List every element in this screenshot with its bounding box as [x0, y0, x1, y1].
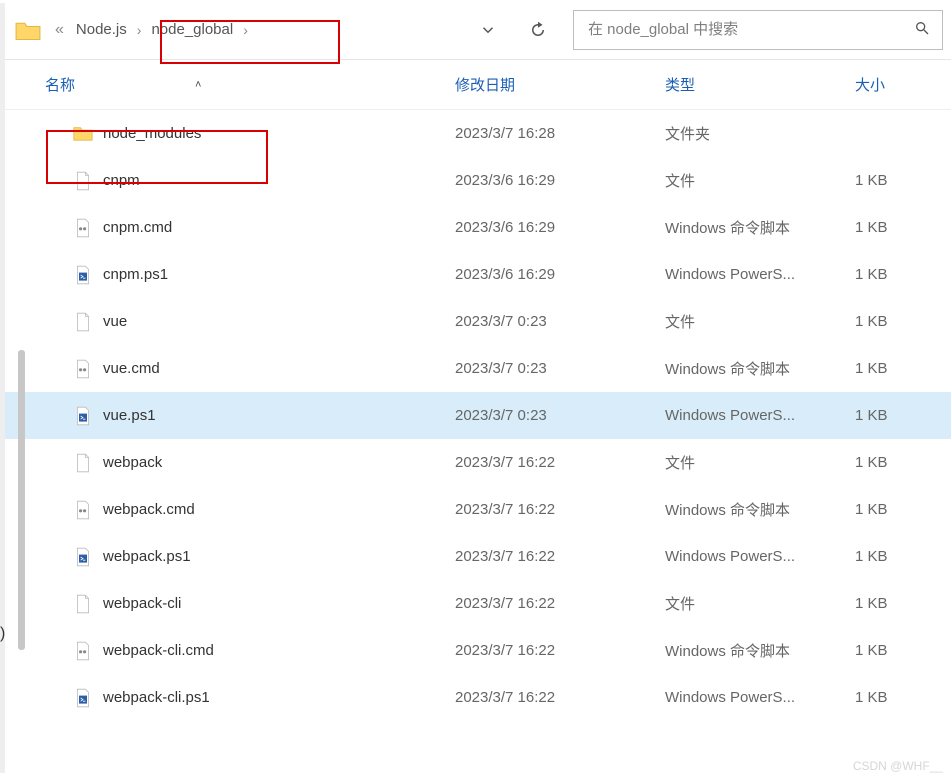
table-row[interactable]: webpack.ps1 2023/3/7 16:22Windows PowerS.… [0, 533, 951, 580]
file-type: 文件 [665, 311, 855, 332]
ps1-icon [73, 547, 93, 567]
file-size: 1 KB [855, 172, 951, 189]
file-size: 1 KB [855, 219, 951, 236]
table-row[interactable]: vue 2023/3/7 0:23文件1 KB [0, 298, 951, 345]
column-header-date[interactable]: 修改日期 [455, 74, 665, 95]
file-type: 文件 [665, 170, 855, 191]
file-date: 2023/3/7 0:23 [455, 313, 665, 330]
file-date: 2023/3/7 16:22 [455, 642, 665, 659]
table-row[interactable]: webpack.cmd 2023/3/7 16:22Windows 命令脚本1 K… [0, 486, 951, 533]
table-row[interactable]: webpack 2023/3/7 16:22文件1 KB [0, 439, 951, 486]
file-type: Windows PowerS... [665, 407, 855, 424]
breadcrumb-chevrons[interactable]: « [55, 21, 64, 39]
search-icon[interactable] [914, 20, 930, 40]
file-date: 2023/3/6 16:29 [455, 172, 665, 189]
file-type: Windows PowerS... [665, 266, 855, 283]
search-box[interactable] [573, 10, 943, 50]
file-type: 文件 [665, 593, 855, 614]
file-size: 1 KB [855, 548, 951, 565]
sort-indicator-icon: ˄ [195, 79, 201, 91]
file-type: 文件夹 [665, 123, 855, 144]
file-icon [73, 594, 93, 614]
table-row[interactable]: webpack-cli.cmd 2023/3/7 16:22Windows 命令脚… [0, 627, 951, 674]
column-header-type[interactable]: 类型 [665, 74, 855, 95]
folder-icon [15, 20, 41, 40]
file-type: Windows 命令脚本 [665, 358, 855, 379]
table-row[interactable]: vue.ps1 2023/3/7 0:23Windows PowerS...1 K… [0, 392, 951, 439]
cmd-icon [73, 641, 93, 661]
history-dropdown-button[interactable] [463, 0, 513, 60]
file-name: webpack [103, 454, 162, 471]
file-size: 1 KB [855, 595, 951, 612]
file-size: 1 KB [855, 266, 951, 283]
cmd-icon [73, 218, 93, 238]
cmd-icon [73, 359, 93, 379]
file-name: cnpm.ps1 [103, 266, 168, 283]
file-size: 1 KB [855, 313, 951, 330]
table-row[interactable]: webpack-cli 2023/3/7 16:22文件1 KB [0, 580, 951, 627]
file-size: 1 KB [855, 454, 951, 471]
file-name: webpack-cli.cmd [103, 642, 214, 659]
file-size: 1 KB [855, 360, 951, 377]
file-date: 2023/3/7 0:23 [455, 407, 665, 424]
breadcrumb-part-nodejs[interactable]: Node.js [72, 19, 131, 40]
file-size: 1 KB [855, 642, 951, 659]
column-header-size[interactable]: 大小 [855, 74, 951, 95]
watermark: CSDN @WHF__ [853, 759, 943, 773]
file-size: 1 KB [855, 407, 951, 424]
annotation-highlight [160, 20, 340, 64]
file-date: 2023/3/7 16:28 [455, 125, 665, 142]
file-type: Windows 命令脚本 [665, 217, 855, 238]
file-list: node_modules2023/3/7 16:28文件夹cnpm2023/3/… [0, 110, 951, 721]
table-row[interactable]: vue.cmd 2023/3/7 0:23Windows 命令脚本1 KB [0, 345, 951, 392]
file-name: vue.cmd [103, 360, 160, 377]
annotation-highlight [46, 130, 268, 184]
file-date: 2023/3/7 0:23 [455, 360, 665, 377]
file-name: webpack.ps1 [103, 548, 191, 565]
ps1-icon [73, 265, 93, 285]
column-headers: 名称 ˄ 修改日期 类型 大小 [0, 60, 951, 110]
file-date: 2023/3/7 16:22 [455, 595, 665, 612]
address-toolbar: « Node.js › node_global › [0, 0, 951, 60]
file-icon [73, 312, 93, 332]
file-date: 2023/3/6 16:29 [455, 219, 665, 236]
file-name: webpack-cli [103, 595, 181, 612]
ps1-icon [73, 406, 93, 426]
file-size: 1 KB [855, 689, 951, 706]
file-type: Windows 命令脚本 [665, 499, 855, 520]
file-date: 2023/3/7 16:22 [455, 501, 665, 518]
table-row[interactable]: webpack-cli.ps1 2023/3/7 16:22Windows Pow… [0, 674, 951, 721]
table-row[interactable]: cnpm.cmd 2023/3/6 16:29Windows 命令脚本1 KB [0, 204, 951, 251]
file-icon [73, 453, 93, 473]
file-date: 2023/3/7 16:22 [455, 689, 665, 706]
file-type: Windows 命令脚本 [665, 640, 855, 661]
file-type: Windows PowerS... [665, 548, 855, 565]
file-name: webpack.cmd [103, 501, 195, 518]
file-name: vue.ps1 [103, 407, 156, 424]
column-header-name[interactable]: 名称 ˄ [45, 74, 455, 95]
search-input[interactable] [586, 20, 914, 39]
file-date: 2023/3/7 16:22 [455, 454, 665, 471]
chevron-right-icon: › [137, 22, 142, 38]
file-date: 2023/3/6 16:29 [455, 266, 665, 283]
file-date: 2023/3/7 16:22 [455, 548, 665, 565]
file-type: 文件 [665, 452, 855, 473]
refresh-button[interactable] [513, 0, 563, 60]
file-name: webpack-cli.ps1 [103, 689, 210, 706]
cmd-icon [73, 500, 93, 520]
file-type: Windows PowerS... [665, 689, 855, 706]
file-name: cnpm.cmd [103, 219, 172, 236]
file-size: 1 KB [855, 501, 951, 518]
table-row[interactable]: cnpm.ps1 2023/3/6 16:29Windows PowerS...1… [0, 251, 951, 298]
ps1-icon [73, 688, 93, 708]
file-name: vue [103, 313, 127, 330]
